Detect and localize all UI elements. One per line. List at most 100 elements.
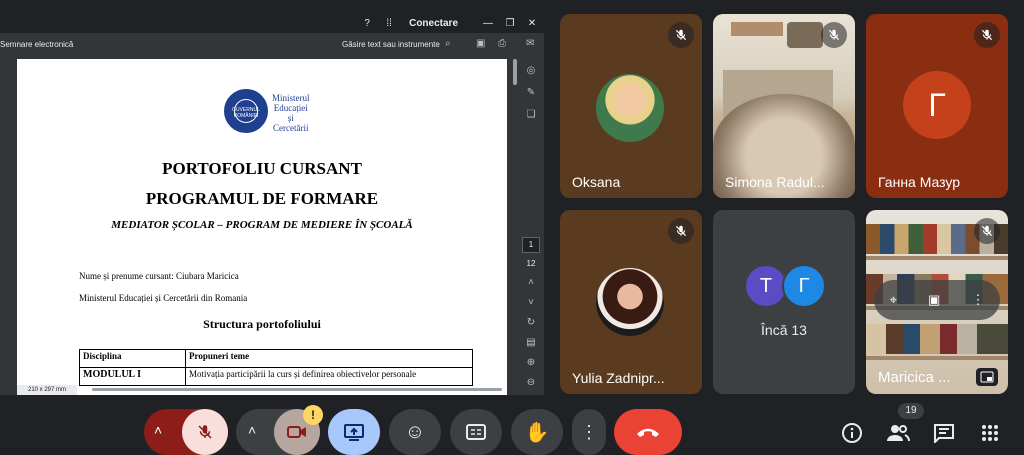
table-cell: MODULUL I <box>79 367 186 386</box>
doc-title-program: PROGRAMUL DE FORMARE <box>145 189 379 208</box>
raise-hand-button[interactable]: ✋ <box>511 409 563 455</box>
mic-off-icon <box>974 22 1000 48</box>
mic-toggle-button[interactable] <box>182 409 228 455</box>
more-options-button[interactable]: ⋮ <box>572 409 606 455</box>
save-icon[interactable]: ▣ <box>476 38 485 49</box>
avatar <box>596 268 664 336</box>
table-cell: Motivația participării la curs și defini… <box>185 367 473 386</box>
participant-name: Oksana <box>572 174 621 190</box>
ministry-line: Ministerul Educației și Cercetării din R… <box>79 293 248 303</box>
people-icon <box>887 425 910 442</box>
pdf-page: GUVERNUL ROMÂNIEI Ministerul Educației ș… <box>17 59 507 395</box>
leave-call-button[interactable] <box>614 409 682 455</box>
participant-name: Simona Radul... <box>725 174 825 190</box>
help-icon[interactable]: ? <box>361 18 373 29</box>
present-button[interactable] <box>328 409 380 455</box>
participant-tile-ganna[interactable]: Г Ганна Мазур <box>866 14 1008 198</box>
emoji-icon: ☺ <box>404 420 426 443</box>
more-participants-tile[interactable]: T Г Încă 13 <box>713 210 855 394</box>
camera-icon <box>287 426 306 438</box>
meet-window: ? ⁞⁞ Conectare — ❐ ✕ Semnare electronică… <box>0 0 1024 455</box>
title-bar: ? ⁞⁞ Conectare — ❐ ✕ <box>0 13 544 33</box>
table-row: MODULUL I Motivația participării la curs… <box>79 367 473 386</box>
participant-tile-simona[interactable]: Simona Radul... <box>713 14 855 198</box>
pin-icon[interactable]: ⌖ <box>890 292 897 308</box>
current-page-input[interactable]: 1 <box>522 237 540 253</box>
more-vert-icon: ⋮ <box>580 421 598 442</box>
captions-button[interactable] <box>450 409 502 455</box>
horizontal-scrollbar[interactable] <box>92 388 502 391</box>
doc-subtitle: MEDIATOR ȘCOLAR – PROGRAM DE MEDIERE ÎN … <box>111 219 413 231</box>
participant-name: Yulia Zadnipr... <box>572 370 665 386</box>
apps-grid-icon <box>982 425 998 441</box>
hand-icon: ✋ <box>524 421 550 444</box>
section-title: Structura portofoliului <box>203 317 321 331</box>
e-sign-link[interactable]: Semnare electronică <box>0 40 73 49</box>
portfolio-table: Disciplina Propuneri teme MODULUL I Moti… <box>79 349 473 386</box>
pdf-toolbar: Semnare electronică Găsire text sau inst… <box>0 33 544 57</box>
camera-warning-icon[interactable]: ! <box>303 405 323 425</box>
refresh-icon[interactable]: ↻ <box>519 317 543 337</box>
zoom-out-icon[interactable]: ⊖ <box>519 377 543 395</box>
pdf-side-tools: ◎ ✎ ❏ <box>519 65 543 131</box>
restore-icon[interactable]: ❐ <box>504 18 516 29</box>
mic-off-icon <box>821 22 847 48</box>
mail-icon[interactable]: ✉ <box>526 38 534 49</box>
table-header-row: Disciplina Propuneri teme <box>79 349 473 368</box>
page-size-label: 210 x 297 mm <box>17 385 77 395</box>
camera-options-chevron-icon[interactable]: ˄ <box>248 422 256 438</box>
table-header-cell: Propuneri teme <box>185 349 473 368</box>
ministry-logo-text: Ministerul Educației și Cercetării <box>272 93 310 133</box>
zoom-in-icon[interactable]: ⊕ <box>519 357 543 377</box>
frame-icon[interactable]: ▣ <box>928 292 940 308</box>
comment-icon[interactable]: ◎ <box>519 65 543 87</box>
chat-icon <box>934 424 954 443</box>
mic-off-icon <box>668 22 694 48</box>
minimize-icon[interactable]: — <box>482 18 494 29</box>
crest-text: GUVERNUL ROMÂNIEI <box>232 107 260 119</box>
chevron-down-icon[interactable]: ˅ <box>519 297 543 317</box>
fit-page-icon[interactable]: ▤ <box>519 337 543 357</box>
participant-name: Maricica ... <box>878 369 951 386</box>
chevron-up-icon[interactable]: ˄ <box>519 277 543 297</box>
people-button[interactable] <box>886 421 910 445</box>
avatar: Г <box>903 71 971 139</box>
apps-icon[interactable]: ⁞⁞ <box>383 18 395 29</box>
copy-icon[interactable]: ❏ <box>519 109 543 131</box>
picture-in-picture-icon[interactable] <box>976 368 998 386</box>
participant-tile-oksana[interactable]: Oksana <box>560 14 702 198</box>
more-options-icon[interactable]: ⋮ <box>971 292 984 308</box>
mic-control-group: ˄ <box>144 409 228 455</box>
activities-button[interactable] <box>978 421 1002 445</box>
student-name-line: Nume și prenume cursant: Ciubara Maricic… <box>79 271 239 281</box>
search-icon[interactable]: ⌕ <box>445 38 451 49</box>
participant-tile-maricica[interactable]: ⌖ ▣ ⋮ Maricica ... <box>866 210 1008 394</box>
more-participants-label: Încă 13 <box>761 322 807 338</box>
captions-icon <box>466 424 486 440</box>
close-icon[interactable]: ✕ <box>526 18 538 29</box>
mic-off-icon <box>668 218 694 244</box>
window-title[interactable]: Conectare <box>409 18 458 29</box>
tile-hover-controls: ⌖ ▣ ⋮ <box>874 280 1000 320</box>
participant-count-badge: 19 <box>898 403 924 419</box>
mic-options-chevron-icon[interactable]: ˄ <box>154 422 162 438</box>
doc-title: PORTOFOLIU CURSANT <box>162 159 362 178</box>
chat-button[interactable] <box>932 421 956 445</box>
info-icon <box>842 423 862 443</box>
meeting-info-button[interactable] <box>840 421 864 445</box>
avatar: Г <box>782 264 826 308</box>
mic-off-icon <box>198 425 212 439</box>
reactions-button[interactable]: ☺ <box>389 409 441 455</box>
table-header-cell: Disciplina <box>79 349 186 368</box>
shared-document-window: ? ⁞⁞ Conectare — ❐ ✕ Semnare electronică… <box>0 13 544 395</box>
avatar <box>596 74 664 142</box>
government-crest-icon: GUVERNUL ROMÂNIEI <box>224 89 268 133</box>
print-icon[interactable]: ⎙ <box>498 38 506 49</box>
total-pages: 12 <box>526 259 536 268</box>
participant-name: Ганна Мазур <box>878 174 961 190</box>
participant-tile-yulia[interactable]: Yulia Zadnipr... <box>560 210 702 394</box>
hang-up-icon <box>637 428 659 437</box>
edit-icon[interactable]: ✎ <box>519 87 543 109</box>
vertical-scrollbar[interactable] <box>513 59 517 85</box>
find-tools-label[interactable]: Găsire text sau instrumente <box>342 40 440 49</box>
